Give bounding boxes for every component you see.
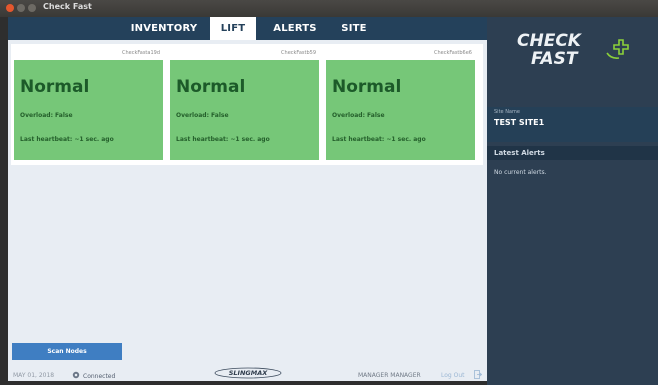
lift-card[interactable]: CheckFastb6e6 Normal Overload: False Las… (326, 48, 475, 160)
card-header: CheckFasta19d (14, 48, 163, 60)
alerts-empty-message: No current alerts. (494, 169, 547, 176)
card-header: CheckFastb59 (170, 48, 319, 60)
slingmax-logo-text: SLINGMAX (229, 369, 269, 377)
site-name-value: TEST SITE1 (494, 118, 545, 127)
tab-alerts[interactable]: ALERTS (264, 17, 326, 40)
site-info: Site Name TEST SITE1 (487, 107, 658, 142)
card-overload: Overload: False (332, 112, 385, 119)
latest-alerts-title: Latest Alerts (494, 149, 545, 157)
card-status-panel: Normal Overload: False Last heartbeat: ~… (170, 60, 319, 160)
logout-icon[interactable] (474, 370, 482, 379)
logout-link[interactable]: Log Out (441, 372, 465, 379)
card-heartbeat: Last heartbeat: ~1 sec. ago (332, 136, 426, 143)
card-header: CheckFastb6e6 (326, 48, 475, 60)
close-window-icon[interactable] (6, 4, 14, 12)
logo-line2: FAST (531, 49, 579, 69)
card-device-id: CheckFastb59 (281, 50, 316, 56)
logo-plus-icon (606, 39, 629, 59)
checkfast-logo: CHECK FAST (487, 17, 658, 85)
card-overload: Overload: False (20, 112, 73, 119)
card-status-panel: Normal Overload: False Last heartbeat: ~… (326, 60, 475, 160)
maximize-window-icon[interactable] (28, 4, 36, 12)
card-heartbeat: Last heartbeat: ~1 sec. ago (20, 136, 114, 143)
lift-card[interactable]: CheckFasta19d Normal Overload: False Las… (14, 48, 163, 160)
slingmax-logo: SLINGMAX (214, 367, 282, 379)
card-device-id: CheckFasta19d (121, 50, 160, 56)
minimize-window-icon[interactable] (17, 4, 25, 12)
sidebar: CHECK FAST Site Name TEST SITE1 Latest A… (487, 17, 658, 385)
card-status-panel: Normal Overload: False Last heartbeat: ~… (14, 60, 163, 160)
card-device-id: CheckFastb6e6 (433, 50, 472, 56)
card-status: Normal (176, 77, 246, 97)
card-status: Normal (332, 77, 402, 97)
tab-site[interactable]: SITE (328, 17, 380, 40)
current-user: MANAGER MANAGER (358, 372, 421, 379)
scan-nodes-button[interactable]: Scan Nodes (12, 343, 122, 360)
connected-icon (72, 371, 80, 379)
card-status: Normal (20, 77, 90, 97)
card-overload: Overload: False (176, 112, 229, 119)
logo-line1: CHECK (517, 31, 583, 51)
connection-label: Connected (83, 373, 116, 380)
tab-inventory[interactable]: INVENTORY (120, 17, 208, 40)
lift-card[interactable]: CheckFastb59 Normal Overload: False Last… (170, 48, 319, 160)
tab-lift[interactable]: LIFT (210, 17, 256, 40)
nav-bar: INVENTORY LIFT ALERTS SITE (8, 17, 487, 40)
latest-alerts-header: Latest Alerts (487, 146, 658, 160)
window-title: Check Fast (43, 2, 92, 11)
site-name-label: Site Name (494, 109, 520, 115)
connection-status: Connected (72, 371, 115, 380)
lift-card-list: CheckFasta19d Normal Overload: False Las… (11, 44, 483, 165)
card-heartbeat: Last heartbeat: ~1 sec. ago (176, 136, 270, 143)
main-panel: INVENTORY LIFT ALERTS SITE CheckFasta19d… (8, 17, 487, 381)
window-titlebar: Check Fast (0, 0, 658, 17)
footer-date: MAY 01, 2018 (13, 372, 55, 379)
checkfast-logo-graphic: CHECK FAST (517, 31, 629, 69)
